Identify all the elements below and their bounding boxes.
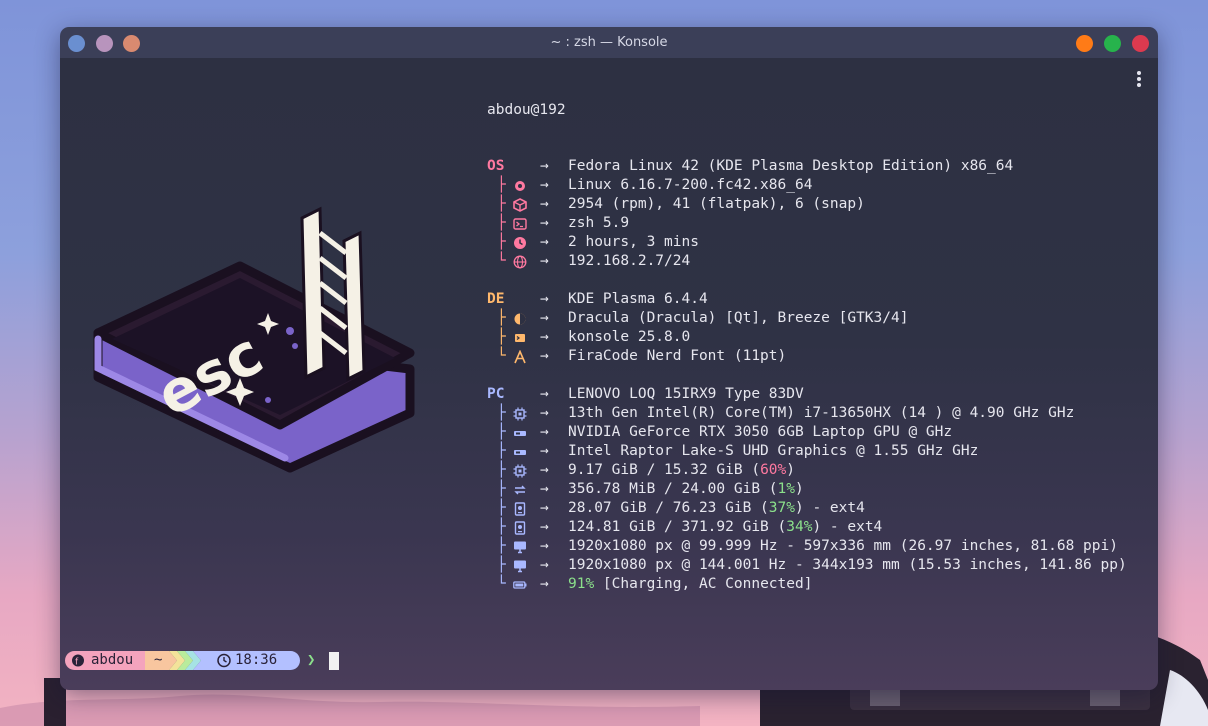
titlebar[interactable]: ~ : zsh — Konsole	[60, 27, 1158, 58]
fetch-value: KDE Plasma 6.4.4	[568, 291, 708, 307]
arrow-icon: →	[540, 443, 549, 459]
minimize-button[interactable]	[1076, 35, 1093, 52]
percent-value: 91%	[568, 576, 595, 592]
fetch-value: 192.168.2.7/24	[568, 253, 691, 269]
font-icon	[514, 350, 526, 364]
percent-value: 34%	[786, 519, 813, 535]
arrow-icon: →	[540, 405, 549, 421]
fetch-value: Dracula (Dracula) [Qt], Breeze [GTK3/4]	[568, 310, 909, 326]
disk-icon	[514, 521, 526, 535]
percent-value: 60%	[760, 462, 787, 478]
fetch-value: 356.78 MiB / 24.00 GiB (1%)	[568, 481, 804, 497]
fetch-value: zsh 5.9	[568, 215, 630, 231]
gear-icon	[515, 181, 525, 191]
fetch-value: 1920x1080 px @ 144.001 Hz - 344x193 mm (…	[568, 557, 1127, 573]
fetch-value: 28.07 GiB / 76.23 GiB (37%) - ext4	[568, 500, 865, 516]
arrow-icon: →	[540, 196, 549, 212]
memory-icon	[513, 464, 527, 478]
fetch-value: Fedora Linux 42 (KDE Plasma Desktop Edit…	[568, 158, 1014, 174]
arrow-icon: →	[540, 177, 549, 193]
clock-icon	[514, 237, 526, 249]
terminal-icon	[513, 218, 527, 230]
fetch-value: Linux 6.16.7-200.fc42.x86_64	[568, 177, 813, 193]
arrow-icon: →	[540, 158, 549, 174]
text-cursor[interactable]	[329, 652, 339, 670]
close-button[interactable]	[1132, 35, 1149, 52]
arrow-icon: →	[540, 538, 549, 554]
arrow-icon: →	[540, 329, 549, 345]
monitor-icon	[514, 560, 526, 573]
arrow-icon: →	[540, 310, 549, 326]
arrow-icon: →	[540, 215, 549, 231]
window-title: ~ : zsh — Konsole	[550, 35, 668, 50]
fetch-user-host: abdou@192	[487, 102, 566, 118]
arrow-icon: →	[540, 481, 549, 497]
prompt-user: abdou	[91, 652, 134, 668]
arrow-icon: →	[540, 519, 549, 535]
battery-icon	[513, 581, 527, 589]
gpu-icon	[514, 431, 526, 436]
maximize-button[interactable]	[1104, 35, 1121, 52]
esc-logo-image: esc	[93, 206, 415, 473]
arrow-icon: →	[540, 576, 549, 592]
arrow-icon: →	[540, 462, 549, 478]
arrow-icon: →	[540, 386, 549, 402]
section-key: DE	[487, 291, 505, 307]
arrow-icon: →	[540, 291, 549, 307]
fetch-value: 91% [Charging, AC Connected]	[568, 576, 813, 592]
terminal-area[interactable]: esc abdou@192 OS → Fedora Linux 42 (KDE …	[60, 58, 1158, 690]
arrow-icon: →	[540, 253, 549, 269]
arrow-icon: →	[540, 557, 549, 573]
percent-value: 1%	[777, 481, 795, 497]
fetch-value: LENOVO LOQ 15IRX9 Type 83DV	[568, 386, 804, 402]
disk-icon	[514, 502, 526, 516]
fetch-value: 9.17 GiB / 15.32 GiB (60%)	[568, 462, 795, 478]
fetch-value: 1920x1080 px @ 99.999 Hz - 597x336 mm (2…	[568, 538, 1118, 554]
section-key: PC	[487, 386, 505, 402]
theme-icon	[514, 313, 526, 325]
section-key: OS	[487, 158, 505, 174]
percent-value: 37%	[768, 500, 795, 516]
fetch-value: 13th Gen Intel(R) Core(TM) i7-13650HX (1…	[568, 405, 1075, 421]
fetch-value: 124.81 GiB / 371.92 GiB (34%) - ext4	[568, 519, 883, 535]
fetch-value: 2 hours, 3 mins	[568, 234, 699, 250]
kebab-menu-icon[interactable]	[1137, 71, 1142, 89]
fetch-value: FiraCode Nerd Font (11pt)	[568, 348, 787, 364]
prompt-symbol: ❯	[307, 652, 316, 668]
prompt-time: 18:36	[235, 652, 278, 668]
konsole-window: ~ : zsh — Konsole esc abdou@192 OS → Fed…	[60, 27, 1158, 690]
fetch-value: Intel Raptor Lake-S UHD Graphics @ 1.55 …	[568, 443, 979, 459]
globe-icon	[513, 255, 527, 269]
prompt-dir: ~	[154, 652, 163, 668]
monitor-icon	[514, 541, 526, 554]
fetch-value: 2954 (rpm), 41 (flatpak), 6 (snap)	[568, 196, 865, 212]
cpu-icon	[513, 407, 527, 421]
arrow-icon: →	[540, 424, 549, 440]
swap-icon	[514, 485, 526, 495]
terminal-small-icon	[515, 334, 525, 342]
arrow-icon: →	[540, 348, 549, 364]
fetch-value: konsole 25.8.0	[568, 329, 691, 345]
package-icon	[513, 198, 527, 212]
gpu-icon	[514, 450, 526, 455]
arrow-icon: →	[540, 234, 549, 250]
arrow-icon: →	[540, 500, 549, 516]
fetch-value: NVIDIA GeForce RTX 3050 6GB Laptop GPU @…	[568, 424, 953, 440]
